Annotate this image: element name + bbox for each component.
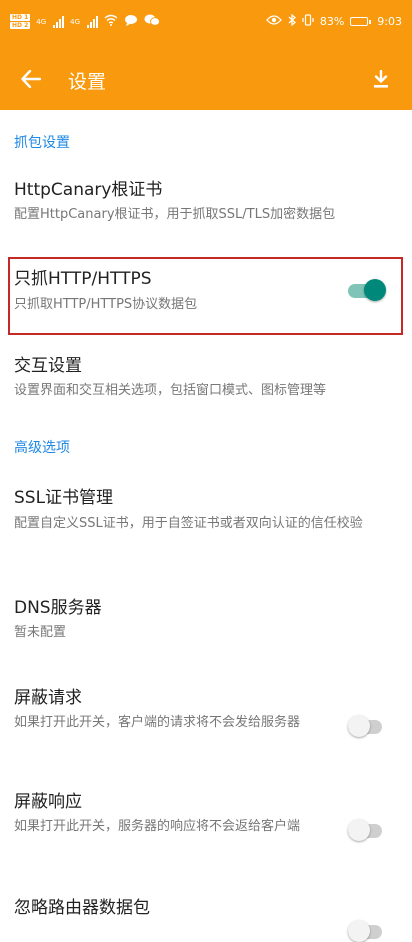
interaction-settings-title: 交互设置	[14, 356, 82, 376]
wechat-icon	[144, 14, 160, 29]
ignore-router-toggle[interactable]	[348, 920, 386, 942]
dns-title: DNS服务器	[14, 598, 102, 618]
status-bar: HD 1 HD 2 4G 4G 83% 9:03	[0, 0, 412, 48]
ssl-cert-item[interactable]: SSL证书管理 配置自定义SSL证书，用于自签证书或者双向认证的信任校验	[0, 474, 412, 564]
network-type-1: 4G	[36, 17, 47, 26]
block-request-item[interactable]: 屏蔽请求 如果打开此开关，客户端的请求将不会发给服务器	[0, 674, 412, 754]
block-response-toggle[interactable]	[348, 819, 386, 841]
back-button[interactable]	[14, 62, 48, 96]
signal-icon	[53, 15, 65, 28]
interaction-settings-item[interactable]: 交互设置 设置界面和交互相关选项，包括窗口模式、图标管理等	[0, 342, 412, 412]
bluetooth-icon	[288, 13, 296, 29]
toggle-thumb	[348, 920, 370, 942]
ignore-router-item[interactable]: 忽略路由器数据包	[0, 884, 412, 942]
battery-percent: 83%	[319, 15, 345, 28]
block-request-subtitle: 如果打开此开关，客户端的请求将不会发给服务器	[14, 715, 301, 730]
toggle-thumb	[348, 715, 370, 737]
chat-icon	[124, 14, 138, 29]
block-request-title: 屏蔽请求	[14, 688, 82, 708]
arrow-left-icon	[21, 70, 41, 88]
sim-indicator: HD 1 HD 2	[10, 14, 31, 29]
download-button[interactable]	[364, 62, 398, 96]
download-icon	[374, 70, 388, 88]
root-cert-item[interactable]: HttpCanary根证书 配置HttpCanary根证书，用于抓取SSL/TL…	[0, 166, 412, 236]
toggle-thumb	[348, 819, 370, 841]
signal-icon	[87, 15, 99, 28]
page-title: 设置	[68, 71, 107, 93]
root-cert-title: HttpCanary根证书	[14, 180, 163, 200]
sim1-badge: HD 1	[10, 14, 31, 21]
section-header-capture: 抓包设置	[14, 135, 70, 151]
eye-icon	[265, 15, 282, 28]
block-response-title: 屏蔽响应	[14, 792, 82, 812]
vibrate-icon	[302, 14, 314, 29]
sim2-badge: HD 2	[10, 22, 31, 29]
dns-subtitle: 暂未配置	[14, 625, 67, 640]
clock: 9:03	[377, 15, 402, 28]
ignore-router-title: 忽略路由器数据包	[14, 898, 150, 918]
interaction-settings-subtitle: 设置界面和交互相关选项，包括窗口模式、图标管理等	[14, 383, 327, 398]
block-response-subtitle: 如果打开此开关，服务器的响应将不会返给客户端	[14, 819, 301, 834]
root-cert-subtitle: 配置HttpCanary根证书，用于抓取SSL/TLS加密数据包	[14, 207, 336, 222]
battery-icon	[350, 17, 372, 26]
network-type-2: 4G	[70, 17, 81, 26]
app-bar: HD 1 HD 2 4G 4G 83% 9:03 设置	[0, 0, 412, 110]
block-response-item[interactable]: 屏蔽响应 如果打开此开关，服务器的响应将不会返给客户端	[0, 778, 412, 858]
ssl-cert-title: SSL证书管理	[14, 488, 114, 508]
section-header-advanced: 高级选项	[14, 440, 70, 456]
toolbar: 设置	[0, 48, 412, 110]
ssl-cert-subtitle: 配置自定义SSL证书，用于自签证书或者双向认证的信任校验	[14, 516, 363, 531]
highlight-box	[8, 257, 403, 335]
dns-item[interactable]: DNS服务器 暂未配置	[0, 584, 412, 654]
block-request-toggle[interactable]	[348, 715, 386, 737]
wifi-icon	[104, 14, 118, 29]
